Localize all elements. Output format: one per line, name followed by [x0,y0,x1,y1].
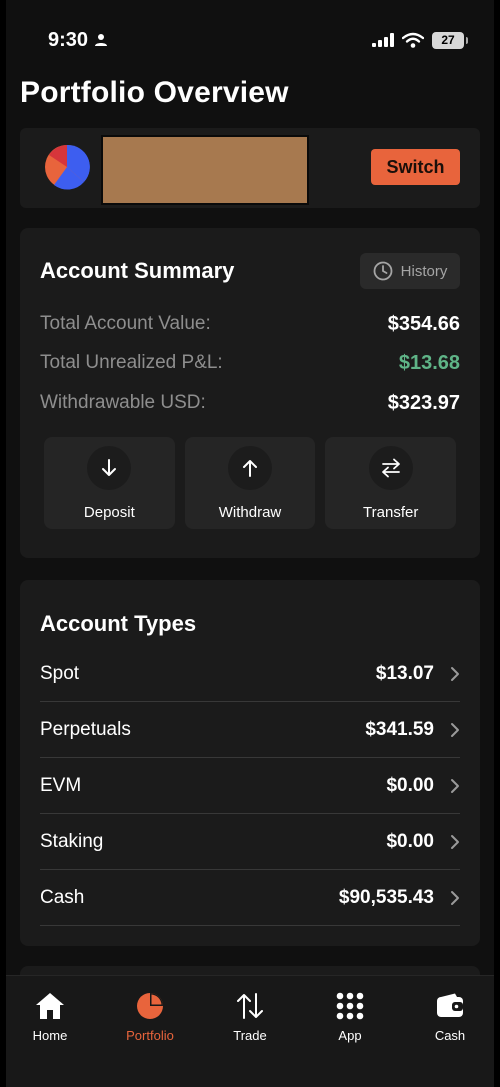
nav-label: Portfolio [126,1028,174,1043]
nav-label: Home [32,1028,68,1043]
home-icon [36,993,64,1019]
deposit-button[interactable]: Deposit [44,437,175,529]
account-type-amount: $13.07 [375,662,434,684]
withdraw-button[interactable]: Withdraw [184,437,316,529]
nav-label: Cash [434,1028,466,1043]
nav-trade[interactable]: Trade [210,992,290,1043]
account-summary-card: Account Summary History Total Account Va… [20,228,480,558]
total-account-value-row: Total Account Value: $354.66 [40,309,460,339]
withdrawable-usd-row: Withdrawable USD: $323.97 [40,388,460,418]
account-types-card: Account Types Spot $13.07 Perpetuals $34… [20,580,480,946]
chevron-right-icon [451,778,459,793]
chevron-right-icon [451,834,459,849]
chevron-right-icon [451,890,459,905]
transfer-label: Transfer [363,503,419,521]
nav-label: App [338,1028,362,1043]
wifi-icon [402,32,424,48]
deposit-label: Deposit [83,503,135,521]
screen-edge-right [494,0,500,1087]
status-indicators: 27 [372,31,468,49]
page-title: Portfolio Overview [20,76,289,109]
summary-value: $323.97 [387,391,460,414]
nav-label: Trade [233,1028,267,1043]
app-grid-icon [336,992,364,1020]
nav-cash[interactable]: Cash [410,992,490,1043]
nav-home[interactable]: Home [10,992,90,1043]
bottom-nav: Home Portfolio Trade App Cash [0,975,500,1087]
history-label: History [400,262,448,280]
chevron-right-icon [451,666,459,681]
history-button[interactable]: History [360,253,460,289]
account-type-row-staking[interactable]: Staking $0.00 [40,814,460,870]
account-type-row-cash[interactable]: Cash $90,535.43 [40,870,460,926]
status-time: 9:30 [48,29,108,52]
clock-icon [373,261,393,281]
switch-account-button[interactable]: Switch [371,149,460,185]
signal-icon [372,33,394,47]
withdraw-label: Withdraw [218,503,282,521]
summary-value-positive: $13.68 [398,351,460,374]
portfolio-pie-icon [137,993,163,1019]
redacted-account-name [101,135,309,205]
chevron-right-icon [451,722,459,737]
action-buttons: Deposit Withdraw Transfer [44,437,457,529]
trade-arrows-icon [237,993,263,1019]
account-type-name: Staking [40,830,104,852]
account-type-row-perpetuals[interactable]: Perpetuals $341.59 [40,702,460,758]
app-screen: 9:30 27 Portfolio Overview Switch Accoun… [0,0,500,1087]
account-type-name: EVM [40,774,82,796]
nav-portfolio[interactable]: Portfolio [110,992,190,1043]
summary-value: $354.66 [387,312,460,335]
account-type-row-evm[interactable]: EVM $0.00 [40,758,460,814]
arrow-down-icon [87,445,132,490]
account-type-name: Perpetuals [40,718,131,740]
clock-text: 9:30 [48,28,89,51]
account-selector-bar: Switch [20,128,480,208]
arrow-up-icon [228,445,272,490]
account-type-amount: $90,535.43 [338,886,434,908]
battery-icon: 27 [432,31,468,49]
summary-title: Account Summary [40,258,235,283]
status-bar: 9:30 27 [48,22,468,58]
wallet-icon [437,993,463,1017]
account-type-name: Spot [40,662,80,684]
unrealized-pnl-row: Total Unrealized P&L: $13.68 [40,348,460,378]
account-type-amount: $0.00 [386,830,434,852]
person-icon [95,34,108,46]
summary-label: Withdrawable USD: [40,392,206,413]
account-pie-avatar-icon [45,144,90,190]
battery-level: 27 [441,33,455,47]
summary-label: Total Account Value: [40,313,211,334]
account-type-amount: $0.00 [386,774,434,796]
screen-edge-left [0,0,6,1087]
summary-label: Total Unrealized P&L: [40,352,223,373]
account-type-name: Cash [40,886,85,908]
transfer-button[interactable]: Transfer [325,437,457,529]
account-type-amount: $341.59 [365,718,434,740]
account-type-row-spot[interactable]: Spot $13.07 [40,646,460,702]
nav-app[interactable]: App [310,992,390,1043]
account-types-title: Account Types [40,611,197,636]
transfer-icon [368,445,413,490]
